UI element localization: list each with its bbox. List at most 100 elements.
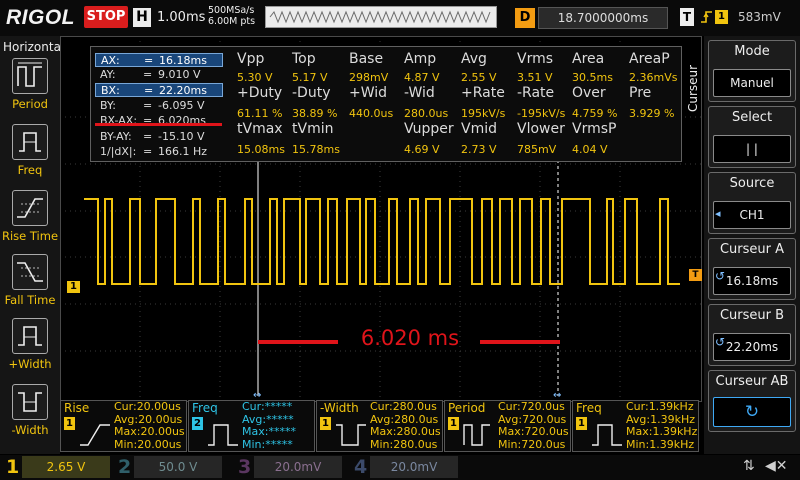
source-menu-item[interactable]: Source CH1 ◂ — [708, 172, 796, 234]
bottom-measurement-freq-ch2[interactable]: Freq 2 Cur:***** Avg:***** Max:***** Min… — [188, 400, 315, 452]
bm-title: -Width — [320, 401, 359, 415]
sample-info: 500MSa/s 6.00M pts — [208, 5, 255, 27]
menu-side-label: Curseur — [686, 64, 700, 112]
meas-header: Vlower — [517, 121, 565, 137]
meas-header: VrmsP — [572, 121, 617, 137]
channel1-ground-marker[interactable]: 1 — [67, 281, 80, 293]
timebase-scale[interactable]: 1.00ms — [157, 10, 205, 25]
left-arrow-icon: ◂ — [715, 207, 721, 220]
channel3-number[interactable]: 3 — [238, 456, 251, 478]
cursor-a-menu-item[interactable]: Curseur A 16.18ms ↺ — [708, 238, 796, 300]
bm-stats: Cur:1.39kHz Avg:1.39kHz Max:1.39kHz Min:… — [626, 400, 698, 451]
meas-header: Vupper — [404, 121, 454, 137]
period-button[interactable] — [12, 58, 48, 94]
bm-channel-badge: 2 — [192, 417, 203, 430]
freq-icon — [592, 424, 622, 446]
meas-header: -Rate — [517, 85, 555, 101]
positive-width-label: +Width — [8, 357, 52, 371]
mode-menu-item[interactable]: Mode Manuel — [708, 40, 796, 102]
meas-header: tVmin — [292, 121, 334, 137]
meas-header: +Wid — [349, 85, 388, 101]
cursor-b-menu-item[interactable]: Curseur B 22.20ms ↺ — [708, 304, 796, 366]
cursor-ab-menu-item[interactable]: Curseur AB ↻ — [708, 370, 796, 432]
meas-value: -195kV/s — [517, 107, 566, 120]
period-icon — [17, 62, 42, 87]
speaker-muted-icon[interactable]: ◀✕ — [765, 458, 791, 476]
meas-value: 5.17 V — [292, 71, 328, 84]
channel1-number[interactable]: 1 — [6, 456, 19, 478]
run-stop-indicator[interactable]: STOP — [84, 6, 128, 28]
period-label: Period — [12, 97, 48, 111]
meas-header: Avg — [461, 51, 487, 67]
channel1-scale[interactable]: 2.65 V — [22, 456, 110, 478]
memory-depth: 6.00M pts — [208, 16, 256, 27]
meas-header: Over — [572, 85, 606, 101]
channel2-scale[interactable]: 50.0 V — [134, 456, 222, 478]
meas-header: -Wid — [404, 85, 435, 101]
meas-value: 3.51 V — [517, 71, 553, 84]
rise-time-button[interactable] — [12, 190, 48, 226]
fall-time-button[interactable] — [12, 254, 48, 290]
select-menu-item[interactable]: Select | | — [708, 106, 796, 168]
meas-value: 440.0us — [349, 107, 394, 120]
left-panel-title: Horizontal — [3, 40, 65, 54]
negative-width-label: -Width — [11, 423, 49, 437]
positive-width-icon — [18, 326, 42, 346]
bottom-measurement-period[interactable]: Period 1 Cur:720.0us Avg:720.0us Max:720… — [444, 400, 571, 452]
bm-title: Freq — [576, 401, 602, 415]
meas-value: 195kV/s — [461, 107, 506, 120]
bottom-measurement-freq-ch1[interactable]: Freq 1 Cur:1.39kHz Avg:1.39kHz Max:1.39k… — [572, 400, 699, 452]
cursor-ab-knob-icon: ↻ — [713, 397, 791, 427]
delay-key: D — [515, 8, 535, 28]
meas-value: 2.73 V — [461, 143, 497, 156]
rotate-knob-icon: ↺ — [715, 335, 726, 349]
usb-icon: ⇅ — [743, 458, 755, 474]
horizontal-delay-value[interactable]: 18.7000000ms — [538, 7, 668, 29]
highlight-underline — [95, 123, 222, 126]
meas-value: 280.0us — [404, 107, 449, 120]
trigger-level-marker[interactable]: T — [689, 269, 702, 281]
rising-edge-icon — [699, 8, 715, 26]
rise-time-icon — [80, 424, 110, 446]
freq-icon — [19, 132, 41, 152]
channel3-scale[interactable]: 20.0mV — [254, 456, 342, 478]
bm-channel-badge: 1 — [320, 417, 331, 430]
positive-width-button[interactable] — [12, 318, 48, 354]
source-value: CH1 — [713, 201, 791, 229]
cursor-readout-box: AX: = 16.18ms AY: = 9.010 V BX: = 22.20ms BY: =… — [95, 51, 223, 158]
channel4-scale[interactable]: 20.0mV — [370, 456, 458, 478]
freq-label: Freq — [17, 163, 43, 177]
meas-header: Amp — [404, 51, 437, 67]
select-value: | | — [713, 135, 791, 163]
fall-time-icon — [17, 262, 43, 282]
meas-header: +Rate — [461, 85, 505, 101]
trigger-key: T — [680, 8, 694, 26]
bm-channel-badge: 1 — [576, 417, 587, 430]
meas-value: 5.30 V — [237, 71, 273, 84]
meas-value: 2.55 V — [461, 71, 497, 84]
memory-waveform-thumbnail — [269, 10, 491, 24]
bottom-measurement-rise[interactable]: Rise 1 Cur:20.00us Avg:20.00us Max:20.00… — [60, 400, 187, 452]
trigger-level[interactable]: 583mV — [738, 10, 781, 24]
meas-value: 4.04 V — [572, 143, 608, 156]
meas-value: 15.78ms — [292, 143, 340, 156]
measurement-panel: AX: = 16.18ms AY: = 9.010 V BX: = 22.20ms BY: =… — [90, 46, 682, 162]
memory-overview-strip[interactable] — [265, 6, 497, 28]
meas-header: Pre — [629, 85, 652, 101]
meas-value: 15.08ms — [237, 143, 285, 156]
source-title: Source — [729, 176, 775, 191]
bottom-measurement-negative-width[interactable]: -Width 1 Cur:280.0us Avg:280.0us Max:280… — [316, 400, 443, 452]
meas-header: Area — [572, 51, 605, 67]
channel4-number[interactable]: 4 — [354, 456, 367, 478]
rise-time-label: Rise Time — [1, 229, 59, 243]
meas-header: Vrms — [517, 51, 554, 67]
freq-button[interactable] — [12, 124, 48, 160]
trigger-channel-badge: 1 — [715, 10, 728, 24]
negative-width-icon — [18, 392, 42, 412]
meas-value: 4.69 V — [404, 143, 440, 156]
cursor-row-ax: AX: = 16.18ms — [95, 53, 223, 67]
bm-channel-badge: 1 — [448, 417, 459, 430]
timebase-key: H — [133, 8, 151, 27]
channel2-number[interactable]: 2 — [118, 456, 131, 478]
negative-width-button[interactable] — [12, 384, 48, 420]
